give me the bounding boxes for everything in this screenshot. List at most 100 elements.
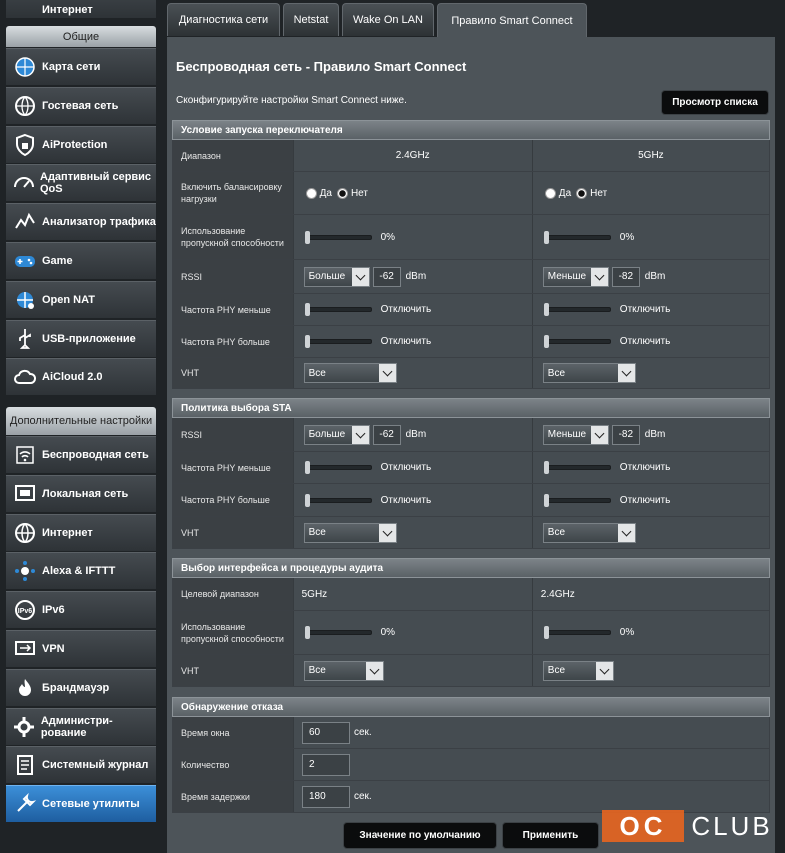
iface-bandwidth-24-slider[interactable] [304,626,372,639]
select-value: Больше [308,429,346,440]
sidebar-item-admin-gear[interactable]: Администри- рование [6,707,156,745]
bandwidth-5-slider[interactable] [543,230,611,244]
delay-time-input[interactable]: 180 [302,785,350,808]
slider-thumb[interactable] [543,626,549,639]
chevron-down-icon [351,425,369,444]
rssi-row: RSSI Больше -62 dBm Меньше -82 dBm [172,260,770,294]
sidebar-item-label: Alexa & IFTTT [42,565,116,578]
count-input[interactable]: 2 [302,753,350,776]
bandwidth-24-value: 0% [380,627,396,638]
rssi-5-input[interactable]: -82 [611,266,640,287]
rssi-5-operator-select[interactable]: Меньше [542,266,609,287]
slider-thumb[interactable] [543,493,549,507]
rssi-24-input[interactable]: -62 [372,266,401,287]
sta-phy-more-5-slider[interactable] [543,493,611,507]
tab-netstat[interactable]: Netstat [283,3,339,36]
gamepad-icon [12,248,38,274]
sidebar-item-usb[interactable]: USB-приложение [6,319,156,357]
band-row: Диапазон 2.4GHz 5GHz [172,140,770,172]
sidebar-item-open-nat[interactable]: Open NAT [6,280,156,318]
slider-thumb[interactable] [304,461,310,474]
bandwidth-5-value: 0% [619,627,635,638]
count-label: Количество [173,749,293,780]
select-value: Все [308,367,326,379]
phy-less-24-slider[interactable] [304,303,372,316]
slider-thumb[interactable] [543,230,549,244]
iface-bandwidth-5-slider[interactable] [543,626,611,639]
sidebar-item-label: Адаптивный сервис QoS [40,171,152,196]
sidebar-item-firewall[interactable]: Брандмауэр [6,668,156,706]
phy-less-row: Частота PHY меньше Отключить Отключить [172,294,770,326]
sidebar-item-cloud[interactable]: AiCloud 2.0 [6,358,156,396]
sidebar-item-guest-network[interactable]: Гостевая сеть [6,86,156,124]
tab-wake-on-lan[interactable]: Wake On LAN [342,3,434,36]
vht-label: VHT [173,358,293,388]
speedometer-icon [12,170,36,196]
sidebar-item-globe[interactable]: Интернет [6,513,156,551]
slider-thumb[interactable] [304,230,310,244]
slider-thumb[interactable] [543,303,549,316]
chevron-down-icon [365,661,383,680]
sidebar-item-traffic-graph[interactable]: Анализатор трафика [6,203,156,241]
apply-button[interactable]: Применить [502,822,599,849]
sta-rssi-24-input[interactable]: -62 [372,424,401,445]
slider-thumb[interactable] [304,626,310,639]
sidebar-item-lan[interactable]: Локальная сеть [6,474,156,512]
sta-section-header: Политика выбора STA [172,398,770,418]
load-balance-24-no-radio[interactable] [336,187,348,199]
rssi-24-operator-select[interactable]: Больше [303,266,370,287]
phy-less-label: Частота PHY меньше [173,294,293,325]
chevron-down-icon [590,267,608,286]
slider-thumb[interactable] [304,335,310,348]
chevron-down-icon [378,523,396,542]
sta-phy-less-24-slider[interactable] [304,461,372,474]
sta-rssi-24-operator-select[interactable]: Больше [303,424,370,445]
window-time-input[interactable]: 60 [302,721,350,744]
view-list-button[interactable]: Просмотр списка [661,90,769,115]
vht-24-select[interactable]: Все [303,363,397,383]
sta-vht-24-select[interactable]: Все [303,522,397,543]
sidebar-item-speedometer[interactable]: Адаптивный сервис QoS [6,164,156,202]
phy-more-24-slider[interactable] [304,335,372,348]
window-time-row: Время окна 60 сек. [172,717,770,749]
phy-less-5-slider[interactable] [543,303,611,316]
main-panel: Беспроводная сеть - Правило Smart Connec… [167,37,775,853]
load-balance-24-yes-radio[interactable] [305,187,317,199]
sidebar-item-label: Карта сети [42,61,101,73]
slider-thumb[interactable] [304,303,310,316]
sidebar-item-ipv6[interactable]: IPv6 IPv6 [6,591,156,629]
sidebar-item-gamepad[interactable]: Game [6,242,156,279]
slider-thumb[interactable] [543,461,549,474]
sta-rssi-5-operator-select[interactable]: Меньше [542,424,609,445]
sta-rssi-5-input[interactable]: -82 [611,424,640,445]
sidebar-item-shield-lock[interactable]: AiProtection [6,125,156,163]
default-button[interactable]: Значение по умолчанию [343,822,497,849]
sta-vht-5-select[interactable]: Все [542,522,636,543]
load-balance-5-no-radio[interactable] [576,187,588,199]
sidebar-item-wireless[interactable]: Беспроводная сеть [6,436,156,473]
phy-more-5-slider[interactable] [543,335,611,348]
sidebar-item-label: Локальная сеть [42,487,129,500]
admin-gear-icon [12,714,37,740]
tab-smart-connect-rule[interactable]: Правило Smart Connect [437,3,587,37]
sta-phy-less-5-slider[interactable] [543,461,611,474]
iface-vht-5-select[interactable]: Все [542,660,614,681]
sidebar-item-network-map[interactable]: Карта сети [6,48,156,85]
chevron-down-icon [590,425,608,444]
slider-thumb[interactable] [543,335,549,348]
sidebar-item-network-tools[interactable]: Сетевые утилиты [6,785,156,823]
sidebar-item-system-log[interactable]: Системный журнал [6,746,156,784]
sta-phy-more-24-slider[interactable] [304,493,372,507]
sidebar-item-alexa[interactable]: Alexa & IFTTT [6,552,156,590]
sidebar-item-vpn[interactable]: VPN [6,630,156,667]
sidebar-item-label: Open NAT [42,293,95,306]
load-balance-5-yes-radio[interactable] [544,187,556,199]
iface-vht-24-select[interactable]: Все [303,660,384,681]
bandwidth-24-slider[interactable] [304,230,372,244]
vht-5-select[interactable]: Все [542,363,636,383]
slider-thumb[interactable] [304,493,310,507]
open-nat-icon [12,287,38,313]
sidebar-item-internet-status[interactable]: Интернет [6,0,156,18]
tab-network-diagnostics[interactable]: Диагностика сети [167,3,280,36]
trigger-section-header: Условие запуска переключателя [172,120,770,140]
